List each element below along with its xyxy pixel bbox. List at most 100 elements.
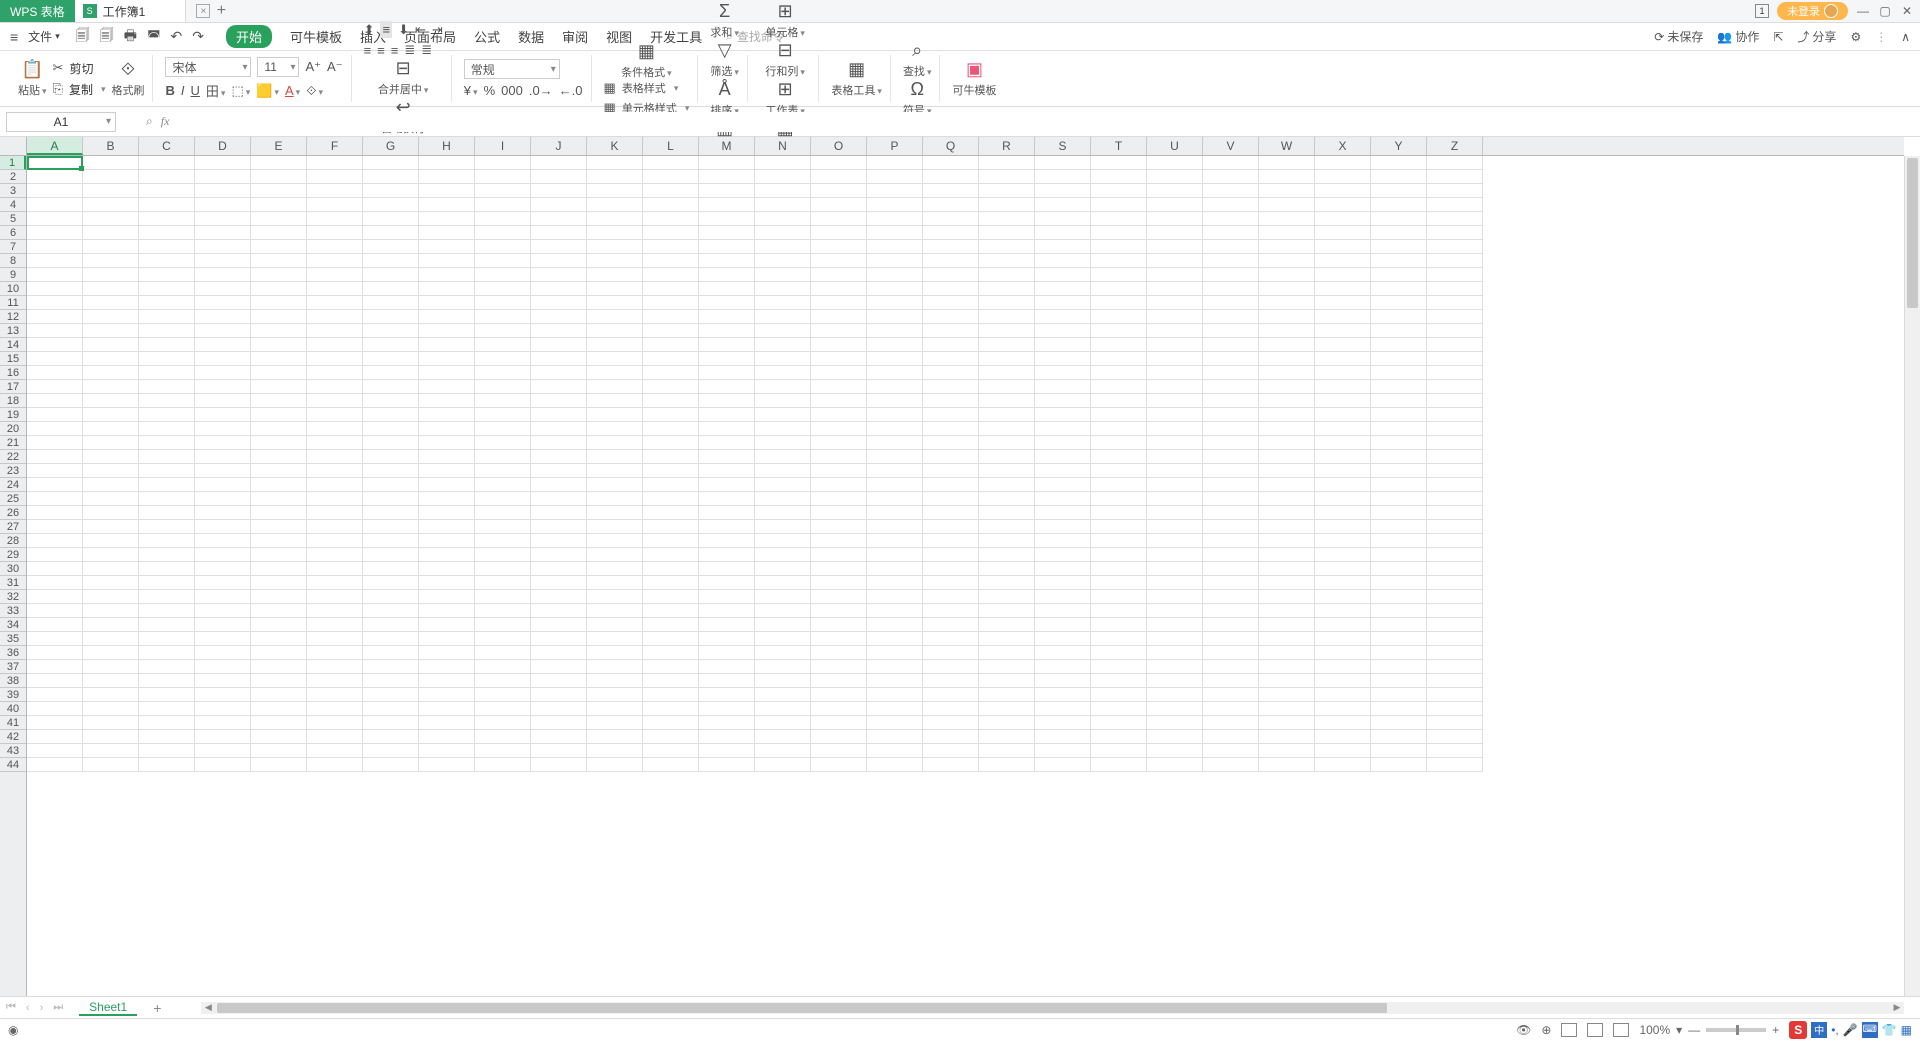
cell[interactable] bbox=[363, 422, 419, 436]
cell[interactable] bbox=[923, 450, 979, 464]
column-header[interactable]: M bbox=[699, 137, 755, 155]
cell[interactable] bbox=[195, 156, 251, 170]
cell[interactable] bbox=[1203, 688, 1259, 702]
cell[interactable] bbox=[27, 744, 83, 758]
cell[interactable] bbox=[1371, 268, 1427, 282]
cell[interactable] bbox=[195, 184, 251, 198]
cell[interactable] bbox=[923, 436, 979, 450]
cell[interactable] bbox=[83, 730, 139, 744]
cell[interactable] bbox=[1091, 240, 1147, 254]
cell[interactable] bbox=[1315, 702, 1371, 716]
cell[interactable] bbox=[1147, 478, 1203, 492]
cell[interactable] bbox=[1203, 674, 1259, 688]
cell[interactable] bbox=[1147, 688, 1203, 702]
cell[interactable] bbox=[867, 436, 923, 450]
cell[interactable] bbox=[1035, 170, 1091, 184]
cell[interactable] bbox=[587, 380, 643, 394]
cell[interactable] bbox=[251, 506, 307, 520]
print-icon[interactable]: 🖶 bbox=[124, 25, 137, 49]
cell[interactable] bbox=[867, 688, 923, 702]
cell[interactable] bbox=[979, 506, 1035, 520]
cell[interactable] bbox=[1259, 744, 1315, 758]
cell[interactable] bbox=[1427, 184, 1483, 198]
cell[interactable] bbox=[419, 688, 475, 702]
cell[interactable] bbox=[1371, 226, 1427, 240]
cell[interactable] bbox=[643, 226, 699, 240]
cell[interactable] bbox=[363, 170, 419, 184]
percent-icon[interactable]: % bbox=[484, 83, 496, 98]
column-header[interactable]: A bbox=[27, 137, 83, 155]
cell[interactable] bbox=[1203, 576, 1259, 590]
cell[interactable] bbox=[363, 590, 419, 604]
cell[interactable] bbox=[251, 534, 307, 548]
cell[interactable] bbox=[419, 506, 475, 520]
cell[interactable] bbox=[1035, 534, 1091, 548]
column-header[interactable]: Q bbox=[923, 137, 979, 155]
cell[interactable] bbox=[867, 534, 923, 548]
cell[interactable] bbox=[251, 464, 307, 478]
cell[interactable] bbox=[587, 618, 643, 632]
cell[interactable] bbox=[1259, 394, 1315, 408]
cell[interactable] bbox=[419, 352, 475, 366]
cell[interactable] bbox=[475, 156, 531, 170]
cell[interactable] bbox=[363, 562, 419, 576]
cell[interactable] bbox=[1427, 548, 1483, 562]
cell[interactable] bbox=[979, 534, 1035, 548]
cell[interactable] bbox=[1427, 520, 1483, 534]
crosshair-icon[interactable]: ⊕ bbox=[1541, 1023, 1551, 1037]
cell[interactable] bbox=[643, 408, 699, 422]
export-icon[interactable]: ⇱ bbox=[1773, 30, 1783, 44]
cell[interactable] bbox=[1035, 226, 1091, 240]
cell[interactable] bbox=[1091, 436, 1147, 450]
cell[interactable] bbox=[139, 268, 195, 282]
cell[interactable] bbox=[1035, 450, 1091, 464]
cell[interactable] bbox=[475, 296, 531, 310]
column-header[interactable]: U bbox=[1147, 137, 1203, 155]
row-header[interactable]: 16 bbox=[0, 366, 26, 380]
cell[interactable] bbox=[979, 464, 1035, 478]
cell[interactable] bbox=[643, 240, 699, 254]
cell[interactable] bbox=[531, 702, 587, 716]
cell[interactable] bbox=[643, 604, 699, 618]
cell[interactable] bbox=[1035, 744, 1091, 758]
cell[interactable] bbox=[1091, 744, 1147, 758]
cell[interactable] bbox=[755, 254, 811, 268]
cell[interactable] bbox=[867, 758, 923, 772]
cell[interactable] bbox=[643, 562, 699, 576]
cell[interactable] bbox=[307, 226, 363, 240]
cell[interactable] bbox=[1427, 338, 1483, 352]
cell[interactable] bbox=[643, 646, 699, 660]
cell[interactable] bbox=[531, 758, 587, 772]
cell[interactable] bbox=[139, 674, 195, 688]
cell[interactable] bbox=[1147, 604, 1203, 618]
cell[interactable] bbox=[979, 282, 1035, 296]
cell[interactable] bbox=[1371, 688, 1427, 702]
cell[interactable] bbox=[1427, 492, 1483, 506]
cell[interactable] bbox=[643, 716, 699, 730]
cell[interactable] bbox=[251, 576, 307, 590]
cell[interactable] bbox=[811, 744, 867, 758]
cell[interactable] bbox=[475, 604, 531, 618]
cell[interactable] bbox=[419, 562, 475, 576]
cell[interactable] bbox=[419, 520, 475, 534]
cell[interactable] bbox=[531, 394, 587, 408]
cell[interactable] bbox=[587, 198, 643, 212]
cell[interactable] bbox=[139, 380, 195, 394]
cell[interactable] bbox=[475, 170, 531, 184]
cell[interactable] bbox=[139, 506, 195, 520]
cell[interactable] bbox=[195, 198, 251, 212]
cell[interactable] bbox=[1203, 380, 1259, 394]
cell[interactable] bbox=[363, 632, 419, 646]
cell[interactable] bbox=[27, 366, 83, 380]
cell[interactable] bbox=[755, 632, 811, 646]
cell[interactable] bbox=[27, 562, 83, 576]
cell[interactable] bbox=[139, 478, 195, 492]
cell[interactable] bbox=[699, 534, 755, 548]
cell[interactable] bbox=[307, 198, 363, 212]
column-header[interactable]: B bbox=[83, 137, 139, 155]
cell[interactable] bbox=[923, 730, 979, 744]
cell[interactable] bbox=[811, 226, 867, 240]
cell[interactable] bbox=[83, 450, 139, 464]
cell[interactable] bbox=[307, 296, 363, 310]
cell[interactable] bbox=[1259, 212, 1315, 226]
